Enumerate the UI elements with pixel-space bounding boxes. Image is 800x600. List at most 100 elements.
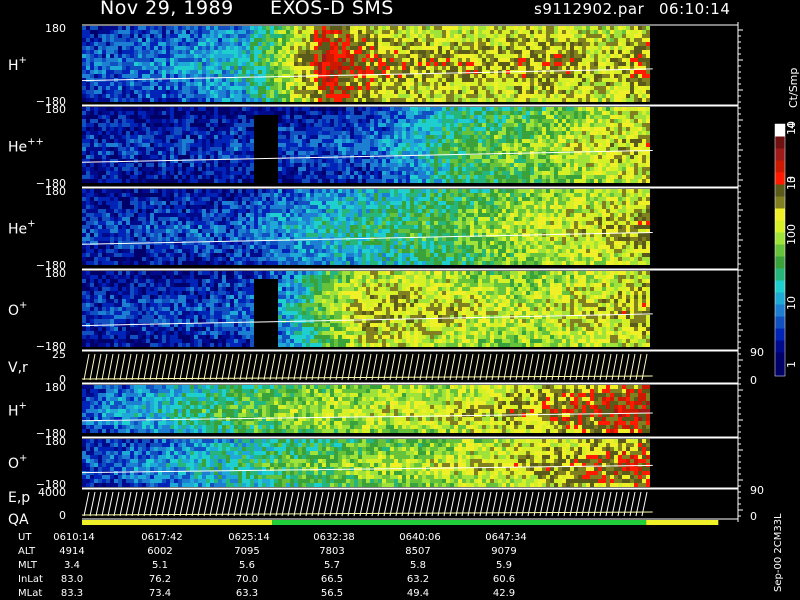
heatmap-cell [178,147,182,151]
heatmap-cell [222,46,226,50]
heatmap-cell [370,167,374,171]
heatmap-cell [378,135,382,139]
heatmap-cell [642,30,646,34]
heatmap-cell [134,111,138,115]
heatmap-cell [314,147,318,151]
heatmap-cell [618,98,622,102]
heatmap-cell [358,147,362,151]
heatmap-cell [486,78,490,82]
heatmap-cell [406,163,410,167]
heatmap-cell [490,50,494,54]
heatmap-cell [410,107,414,111]
heatmap-cell [550,167,554,171]
heatmap-cell [390,94,394,98]
heatmap-cell [562,26,566,30]
heatmap-cell [474,42,478,46]
heatmap-cell [94,111,98,115]
heatmap-cell [282,58,286,62]
heatmap-cell [142,90,146,94]
heatmap-cell [250,62,254,66]
heatmap-cell [582,54,586,58]
heatmap-cell [350,34,354,38]
heatmap-cell [366,127,370,131]
heatmap-cell [342,94,346,98]
heatmap-cell [270,98,274,102]
heatmap-cell [174,131,178,135]
heatmap-cell [410,163,414,167]
heatmap-cell [470,179,474,183]
heatmap-cell [450,175,454,179]
heatmap-cell [146,167,150,171]
heatmap-cell [602,98,606,102]
heatmap-cell [346,34,350,38]
heatmap-cell [350,135,354,139]
heatmap-cell [458,50,462,54]
heatmap-cell [126,94,130,98]
heatmap-cell [234,58,238,62]
heatmap-cell [474,171,478,175]
heatmap-cell [102,58,106,62]
heatmap-cell [514,159,518,163]
heatmap-cell [98,123,102,127]
heatmap-cell [262,151,266,155]
heatmap-cell [598,54,602,58]
heatmap-cell [370,147,374,151]
heatmap-cell [310,94,314,98]
heatmap-cell [470,62,474,66]
heatmap-cell [406,82,410,86]
heatmap-cell [218,151,222,155]
heatmap-cell [486,179,490,183]
heatmap-cell [518,94,522,98]
heatmap-cell [246,34,250,38]
heatmap-cell [258,58,262,62]
heatmap-cell [162,163,166,167]
heatmap-cell [374,135,378,139]
heatmap-cell [454,90,458,94]
heatmap-cell [490,131,494,135]
heatmap-cell [114,98,118,102]
heatmap-cell [210,171,214,175]
heatmap-cell [442,131,446,135]
heatmap-cell [150,34,154,38]
heatmap-cell [290,46,294,50]
heatmap-cell [282,34,286,38]
heatmap-cell [506,50,510,54]
heatmap-cell [270,111,274,115]
heatmap-cell [158,131,162,135]
heatmap-cell [218,127,222,131]
heatmap-cell [286,98,290,102]
heatmap-cell [630,98,634,102]
heatmap-cell [642,38,646,42]
heatmap-cell [158,54,162,58]
heatmap-cell [122,167,126,171]
heatmap-cell [602,78,606,82]
heatmap-cell [522,54,526,58]
heatmap-cell [486,58,490,62]
heatmap-cell [122,115,126,119]
heatmap-cell [302,115,306,119]
heatmap-cell [630,86,634,90]
heatmap-cell [98,151,102,155]
heatmap-cell [138,66,142,70]
heatmap-cell [310,46,314,50]
heatmap-cell [514,155,518,159]
heatmap-cell [474,179,478,183]
heatmap-cell [126,26,130,30]
heatmap-cell [322,42,326,46]
heatmap-cell [242,171,246,175]
heatmap-cell [550,90,554,94]
heatmap-cell [286,86,290,90]
heatmap-cell [450,155,454,159]
heatmap-cell [638,70,642,74]
heatmap-cell [330,139,334,143]
heatmap-cell [262,58,266,62]
heatmap-cell [466,58,470,62]
heatmap-cell [122,175,126,179]
heatmap-cell [490,98,494,102]
heatmap-cell [262,66,266,70]
heatmap-cell [346,175,350,179]
heatmap-cell [530,94,534,98]
heatmap-cell [206,135,210,139]
heatmap-cell [206,62,210,66]
heatmap-cell [550,127,554,131]
